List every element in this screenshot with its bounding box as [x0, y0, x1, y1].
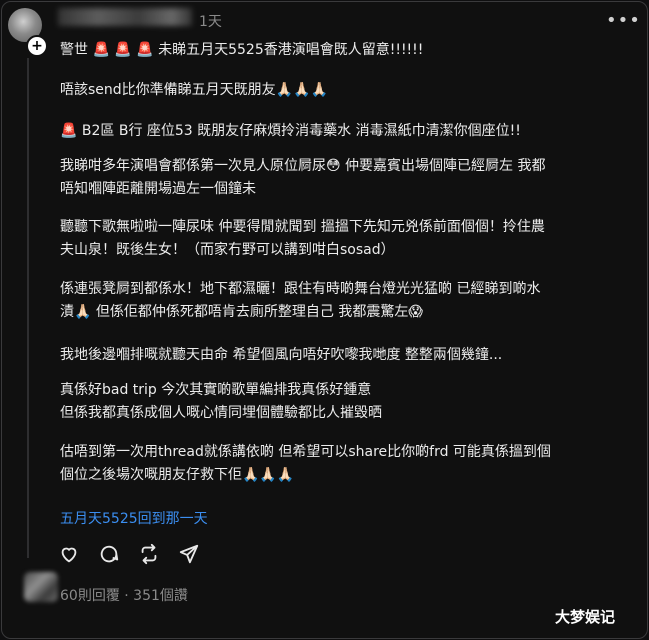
share-icon[interactable] — [178, 543, 200, 565]
post-stats[interactable]: 60則回覆 · 351個讚 — [60, 585, 188, 605]
follow-plus-icon[interactable]: + — [26, 35, 48, 57]
post-paragraph: 真係好bad trip 今次其實啲歌單編排我真係好鍾意 但係我都真係成個人嘅心情… — [60, 382, 382, 421]
username-blurred[interactable] — [58, 8, 192, 26]
like-icon[interactable] — [58, 543, 80, 565]
thread-line — [27, 58, 29, 558]
post-paragraph: 唔該send比你準備睇五月天既朋友🙏🏻🙏🏻🙏🏻 — [60, 82, 328, 98]
watermark: 大梦娱记 — [555, 608, 616, 626]
post-paragraph: 我睇咁多年演唱會都係第一次見人原位屙尿😳 仲要嘉賓出場個陣已經屙左 我都 唔知嗰… — [60, 158, 546, 197]
post-paragraph: 警世 🚨 🚨 🚨 未睇五月天5525香港演唱會既人留意!!!!!! — [60, 42, 424, 58]
replier-avatars[interactable] — [24, 572, 58, 602]
post-paragraph: 係連張凳屙到都係水！地下都濕曬！跟住有時啲舞台燈光光猛啲 已經睇到啲水 漬🙏🏻 … — [60, 281, 541, 320]
thread-post-card: + 1天 ••• 警世 🚨 🚨 🚨 未睇五月天5525香港演唱會既人留意!!!!… — [1, 1, 648, 639]
comment-icon[interactable] — [98, 543, 120, 565]
repost-icon[interactable] — [138, 543, 160, 565]
post-time: 1天 — [199, 14, 222, 30]
post-paragraph: 估唔到第一次用thread就係講依啲 但希望可以share比你啲frd 可能真係… — [60, 444, 551, 483]
action-bar — [58, 543, 200, 565]
topic-tag-link[interactable]: 五月天5525回到那一天 — [60, 508, 208, 528]
post-paragraph: 我地後邊嗰排嘅就聽天由命 希望個風向唔好吹嚟我哋度 整整兩個幾鐘... — [60, 347, 503, 363]
post-paragraph: 聽聽下歌無啦啦一陣尿味 仲要得閒就聞到 搵搵下先知元兇係前面個個！拎住農 夫山泉… — [60, 219, 545, 258]
post-paragraph: 🚨 B2區 B行 座位53 既朋友仔麻煩拎消毒藥水 消毒濕紙巾清潔你個座位!! — [60, 123, 521, 139]
more-options-icon[interactable]: ••• — [606, 10, 641, 31]
